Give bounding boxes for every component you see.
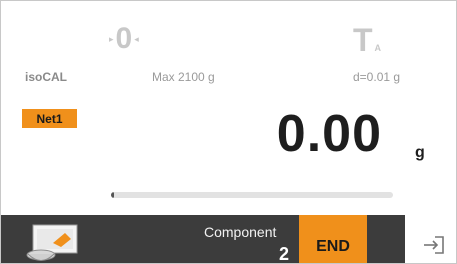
tare-symbol: T: [353, 22, 373, 58]
max-capacity-label: Max 2100 g: [152, 70, 215, 84]
end-button[interactable]: END: [299, 215, 367, 263]
component-number: 2: [279, 244, 290, 264]
weight-unit: g: [415, 144, 425, 161]
balance-display: ▸ 0 ◂ T A isoCAL Max 2100 g d=0.01 g Net…: [0, 0, 457, 264]
tare-subscript: A: [374, 43, 382, 53]
capacity-progress-bar: [111, 192, 393, 198]
readability-label: d=0.01 g: [353, 70, 401, 84]
calibration-label: isoCAL: [25, 70, 67, 84]
net-mode-badge: Net1: [22, 109, 77, 128]
capacity-progress-fill: [111, 192, 114, 198]
zero-indicator: ▸ 0 ◂: [109, 22, 139, 56]
weight-value: 0.00: [276, 105, 382, 163]
zero-symbol: 0: [115, 22, 133, 55]
component-label: Component: [204, 224, 277, 240]
zero-arrow-left-icon: ▸: [109, 33, 114, 44]
exit-icon[interactable]: [422, 234, 446, 256]
component-image-icon[interactable]: [23, 223, 85, 264]
tare-indicator: T A: [353, 22, 381, 56]
zero-arrow-right-icon: ◂: [134, 33, 139, 44]
